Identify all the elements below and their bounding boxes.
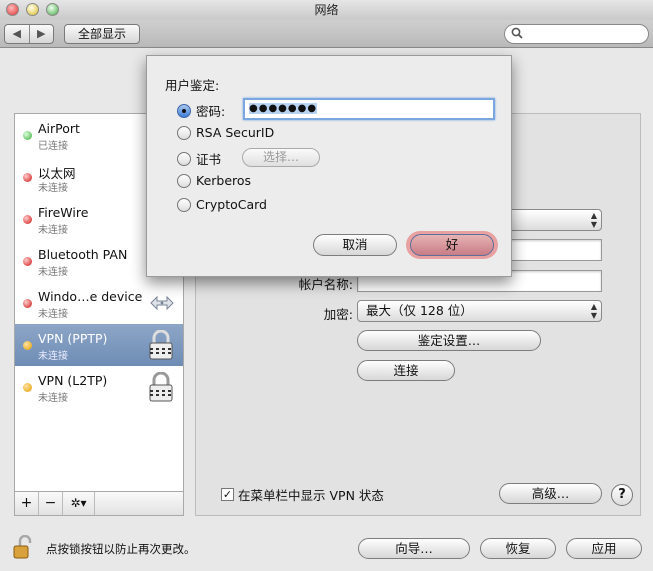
show-vpn-status-checkbox[interactable]: ✓ 在菜单栏中显示 VPN 状态: [221, 485, 384, 504]
radio-selected-icon[interactable]: [177, 103, 191, 118]
ok-button-highlight: 好: [406, 231, 498, 259]
encryption-value: 最大（仅 128 位）: [366, 303, 473, 318]
radio-label: Kerberos: [196, 173, 252, 188]
service-name: AirPort: [38, 121, 80, 136]
window-controls: [6, 3, 59, 16]
radio-password[interactable]: 密码:: [177, 101, 225, 120]
password-field[interactable]: ●●●●●●●: [243, 98, 495, 120]
arrows-icon: [148, 288, 174, 318]
nav-segmented-control: ◀ ▶: [4, 24, 54, 44]
status-dot: [23, 299, 32, 308]
radio-icon[interactable]: [177, 151, 191, 166]
status-dot: [23, 131, 32, 140]
choose-certificate-button: 选择…: [242, 148, 320, 167]
service-item-vpn-l2tp[interactable]: VPN (L2TP) 未连接: [15, 366, 183, 408]
cancel-button[interactable]: 取消: [313, 234, 397, 256]
remove-service-button[interactable]: −: [39, 492, 63, 515]
window-titlebar: 网络: [0, 0, 653, 20]
service-status: 未连接: [38, 267, 68, 278]
show-vpn-status-label: 在菜单栏中显示 VPN 状态: [238, 488, 384, 503]
vpn-lock-icon: [148, 329, 174, 360]
service-status: 未连接: [38, 351, 68, 362]
radio-label: 密码:: [196, 104, 226, 119]
service-name: VPN (PPTP): [38, 331, 108, 346]
service-name: Bluetooth PAN: [38, 247, 128, 262]
radio-icon[interactable]: [177, 125, 191, 140]
encryption-popup[interactable]: 最大（仅 128 位） ▲ ▼: [357, 300, 602, 322]
status-dot: [23, 215, 32, 224]
lock-hint-text: 点按锁按钮以防止再次更改。: [46, 542, 196, 556]
service-item-vpn-pptp[interactable]: VPN (PPTP) 未连接: [15, 324, 183, 366]
encryption-label: 加密:: [323, 307, 353, 322]
radio-label: 证书: [196, 152, 222, 167]
password-value: ●●●●●●●: [249, 103, 318, 114]
search-icon: [511, 27, 523, 42]
radio-rsa-securid[interactable]: RSA SecurID: [177, 125, 274, 140]
service-name: FireWire: [38, 205, 89, 220]
radio-label: CryptoCard: [196, 197, 267, 212]
search-input[interactable]: [504, 24, 649, 44]
service-list-footer: + − ✲▾: [14, 492, 184, 516]
minimize-icon[interactable]: [26, 3, 39, 16]
status-dot: [23, 383, 32, 392]
service-name: Windo…e device: [38, 289, 143, 304]
user-authentication-sheet: 用户鉴定: 密码: ●●●●●●● RSA SecurID 证书 选择… Ker…: [146, 55, 512, 277]
advanced-button[interactable]: 高级…: [499, 483, 602, 504]
radio-icon[interactable]: [177, 173, 191, 188]
service-item-windows-device[interactable]: Windo…e device 未连接: [15, 282, 183, 324]
assist-me-button[interactable]: 向导…: [358, 538, 470, 559]
ok-button[interactable]: 好: [410, 234, 494, 256]
gear-icon[interactable]: ✲▾: [63, 492, 95, 515]
revert-button[interactable]: 恢复: [480, 538, 556, 559]
service-status: 已连接: [38, 141, 68, 152]
add-service-button[interactable]: +: [15, 492, 39, 515]
zoom-icon[interactable]: [46, 3, 59, 16]
radio-icon[interactable]: [177, 197, 191, 212]
sheet-title: 用户鉴定:: [165, 78, 220, 93]
apply-button[interactable]: 应用: [566, 538, 642, 559]
service-name: VPN (L2TP): [38, 373, 108, 388]
authentication-settings-button[interactable]: 鉴定设置…: [357, 330, 541, 351]
checkbox-checked-icon[interactable]: ✓: [221, 488, 234, 501]
radio-kerberos[interactable]: Kerberos: [177, 173, 251, 188]
help-button[interactable]: ?: [611, 484, 633, 506]
show-all-button[interactable]: 全部显示: [64, 24, 140, 44]
status-dot: [23, 173, 32, 182]
window-title: 网络: [314, 3, 339, 17]
chevron-updown-icon: ▲ ▼: [590, 302, 597, 320]
radio-cryptocard[interactable]: CryptoCard: [177, 197, 267, 212]
status-dot: [23, 257, 32, 266]
toolbar: ◀ ▶ 全部显示: [0, 20, 653, 48]
back-button[interactable]: ◀: [5, 25, 30, 43]
chevron-updown-icon: ▲ ▼: [590, 211, 597, 229]
service-status: 未连接: [38, 309, 68, 320]
unlocked-padlock-icon[interactable]: [12, 534, 36, 559]
radio-certificate[interactable]: 证书: [177, 149, 221, 168]
service-status: 未连接: [38, 393, 68, 404]
close-icon[interactable]: [6, 3, 19, 16]
radio-label: RSA SecurID: [196, 125, 275, 140]
forward-button[interactable]: ▶: [30, 25, 54, 43]
service-status: 未连接: [38, 183, 68, 194]
connect-button[interactable]: 连接: [357, 360, 455, 381]
status-dot: [23, 341, 32, 350]
service-status: 未连接: [38, 225, 68, 236]
vpn-lock-icon: [148, 371, 174, 402]
